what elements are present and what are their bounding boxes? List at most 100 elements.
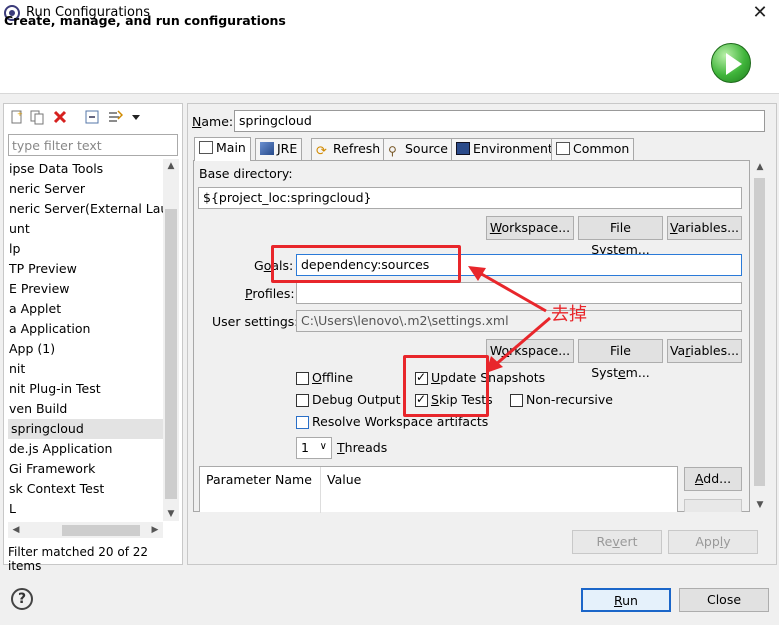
workspace-button-2[interactable]: Workspace... [486, 339, 574, 363]
scroll-thumb[interactable] [62, 525, 140, 536]
tree-item[interactable]: nit [8, 359, 163, 379]
tab-vertical-scrollbar[interactable]: ▲ ▼ [751, 160, 768, 512]
workspace-button[interactable]: Workspace... [486, 216, 574, 240]
tree-item[interactable]: TP Preview [8, 259, 163, 279]
edit-button [684, 499, 742, 512]
close-icon[interactable]: ✕ [745, 2, 775, 24]
tab-label: Environment [473, 141, 553, 156]
name-input[interactable]: springcloud [234, 110, 765, 132]
filter-icon[interactable] [107, 109, 123, 125]
tree-item[interactable]: Gi Framework [8, 459, 163, 479]
tree-item[interactable]: a Applet [8, 299, 163, 319]
common-tab-icon [556, 142, 570, 155]
dialog-header [0, 26, 779, 94]
tree-item[interactable]: unt [8, 219, 163, 239]
header-title: Create, manage, and run configurations [4, 13, 286, 28]
environment-tab-icon [456, 142, 470, 155]
scroll-thumb[interactable] [754, 178, 765, 486]
tree-item[interactable]: a Application [8, 319, 163, 339]
duplicate-icon[interactable] [29, 109, 45, 125]
column-header-parameter-name: Parameter Name [206, 472, 312, 487]
annotation-text: 去掉 [551, 304, 587, 325]
scroll-left-icon[interactable]: ◀ [8, 523, 24, 537]
resolve-workspace-checkbox[interactable] [296, 416, 309, 429]
delete-icon[interactable] [52, 109, 68, 125]
base-directory-field[interactable]: ${project_loc:springcloud} [198, 187, 742, 209]
name-label: Name: [192, 114, 234, 129]
chevron-down-icon: ∨ [319, 441, 327, 452]
threads-label: Threads [337, 440, 388, 455]
tab-source[interactable]: ⚲ Source [383, 138, 453, 160]
profiles-label: Profiles: [245, 286, 295, 301]
base-directory-label: Base directory: [199, 166, 293, 181]
new-configuration-icon[interactable]: + [9, 109, 25, 125]
tree-item[interactable]: ven Build [8, 399, 163, 419]
scroll-down-icon[interactable]: ▼ [752, 498, 768, 512]
threads-select[interactable]: 1 ∨ [296, 437, 332, 459]
variables-button[interactable]: Variables... [667, 216, 742, 240]
run-icon [711, 43, 751, 83]
threads-value: 1 [301, 440, 309, 455]
debug-output-checkbox[interactable] [296, 394, 309, 407]
tab-refresh[interactable]: ⟳ Refresh [311, 138, 386, 160]
scroll-up-icon[interactable]: ▲ [163, 159, 179, 173]
tab-label: Refresh [333, 141, 381, 156]
tree-item[interactable]: App (1) [8, 339, 163, 359]
debug-output-label: Debug Output [312, 392, 401, 407]
tree-item[interactable]: de.js Application [8, 439, 163, 459]
column-header-value: Value [327, 472, 362, 487]
scroll-down-icon[interactable]: ▼ [163, 507, 179, 521]
dropdown-arrow-icon[interactable] [128, 109, 144, 125]
offline-label: Offline [312, 370, 354, 385]
tree-item[interactable]: sk Context Test [8, 479, 163, 499]
tab-label: Main [216, 140, 246, 155]
tree-item[interactable]: ipse Data Tools [8, 159, 163, 179]
profiles-input[interactable] [296, 282, 742, 304]
filter-input[interactable] [8, 134, 178, 156]
apply-button[interactable]: Apply [668, 530, 758, 554]
user-settings-label: User settings: [212, 314, 299, 329]
tab-jre[interactable]: JRE [255, 138, 303, 160]
parameters-table[interactable]: Parameter Name Value [199, 466, 678, 513]
variables-button-2[interactable]: Variables... [667, 339, 742, 363]
tab-common[interactable]: Common [551, 138, 635, 160]
refresh-tab-icon: ⟳ [316, 144, 327, 159]
jre-tab-icon [260, 142, 274, 155]
tab-label: Common [573, 141, 630, 156]
help-icon[interactable]: ? [11, 588, 33, 610]
configuration-tree: ipse Data Tools neric Server neric Serve… [8, 159, 163, 519]
main-tab-content [193, 160, 750, 512]
tree-item[interactable]: neric Server(External Launc [8, 199, 163, 219]
tree-item[interactable]: nit Plug-in Test [8, 379, 163, 399]
tab-label: Source [405, 141, 448, 156]
file-system-button-2[interactable]: File System... [578, 339, 663, 380]
tree-vertical-scrollbar[interactable]: ▲ ▼ [163, 159, 179, 521]
close-button[interactable]: Close [679, 588, 769, 612]
annotation-box-checkboxes [403, 355, 489, 417]
main-tab-icon [199, 141, 213, 154]
scroll-up-icon[interactable]: ▲ [752, 160, 768, 174]
revert-button[interactable]: Revert [572, 530, 662, 554]
tree-item-label: springcloud [11, 421, 84, 436]
scroll-thumb[interactable] [165, 209, 177, 499]
tab-main[interactable]: Main [194, 137, 251, 161]
tree-horizontal-scrollbar[interactable]: ◀ ▶ [8, 522, 163, 538]
tree-item[interactable]: L [8, 499, 163, 519]
tab-environment[interactable]: Environment [451, 138, 558, 160]
user-settings-field[interactable]: C:\Users\lenovo\.m2\settings.xml [296, 310, 742, 332]
configuration-list-panel: + ipse Data Tools neric Server neric Ser… [3, 103, 183, 573]
add-button[interactable]: Add... [684, 467, 742, 491]
svg-text:+: + [17, 110, 23, 118]
tree-item-selected[interactable]: springcloud [8, 419, 163, 439]
tree-item[interactable]: E Preview [8, 279, 163, 299]
offline-checkbox[interactable] [296, 372, 309, 385]
tree-item[interactable]: lp [8, 239, 163, 259]
collapse-all-icon[interactable] [84, 109, 100, 125]
tree-item[interactable]: neric Server [8, 179, 163, 199]
scroll-right-icon[interactable]: ▶ [147, 523, 163, 537]
non-recursive-label: Non-recursive [526, 392, 613, 407]
run-button[interactable]: Run [581, 588, 671, 612]
non-recursive-checkbox[interactable] [510, 394, 523, 407]
tab-label: JRE [277, 141, 298, 156]
file-system-button[interactable]: File System... [578, 216, 663, 257]
